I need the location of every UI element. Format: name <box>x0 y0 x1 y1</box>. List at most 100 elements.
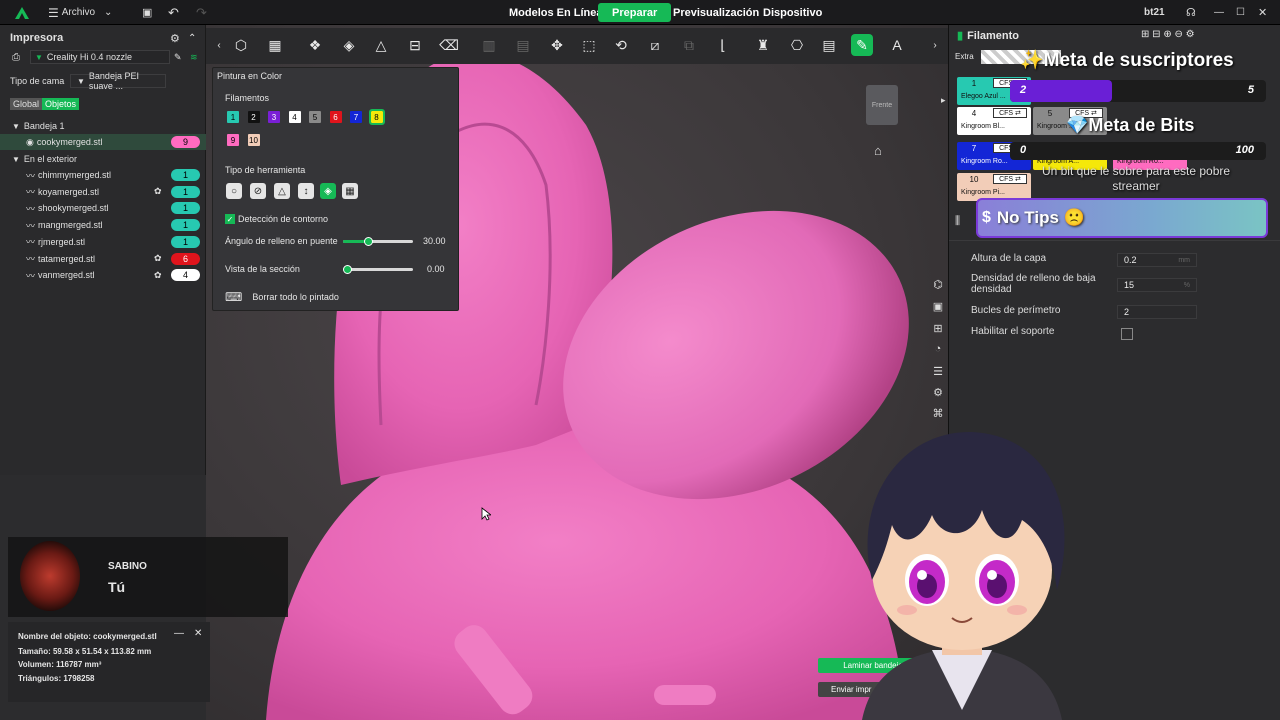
tab-preview[interactable]: Previsualización <box>673 0 759 25</box>
cut-icon[interactable]: ⧄ <box>644 34 666 56</box>
wifi-icon[interactable]: ≋ <box>190 52 198 63</box>
close-icon[interactable]: ✕ <box>1258 0 1267 25</box>
filament-badge[interactable]: 1 <box>171 235 200 248</box>
tree-item[interactable]: 〰 mangmerged.stl 1 <box>0 217 206 233</box>
color-paint-icon[interactable]: ✎ <box>851 34 873 56</box>
arrange-icon[interactable]: ❖ <box>304 34 326 56</box>
arrow-right-icon[interactable]: ▸ <box>941 95 946 106</box>
text-tool-icon[interactable]: A <box>886 34 908 56</box>
redo-icon[interactable]: ↷ <box>196 0 207 25</box>
paint-icon[interactable]: ✿ <box>154 186 162 197</box>
scroll-left-icon[interactable]: ‹ <box>208 34 230 56</box>
save-icon[interactable]: ▣ <box>142 0 152 25</box>
filament-swatch-1[interactable]: 1 <box>227 111 239 123</box>
paint-icon[interactable]: ✿ <box>154 253 162 264</box>
maximize-icon[interactable]: ☐ <box>1236 0 1245 25</box>
gap-fill-tool-icon[interactable]: ▦ <box>342 183 358 199</box>
setting-input[interactable]: 2 <box>1117 305 1197 319</box>
expand-arrow-icon[interactable]: ▼ <box>12 122 20 131</box>
undo-icon[interactable]: ↶ <box>168 0 179 25</box>
filament-swatch-2[interactable]: 2 <box>247 111 260 123</box>
filament-swatch-5[interactable]: 5 <box>309 111 321 123</box>
bed-type-select[interactable]: ▼ Bandeja PEI suave ... <box>70 71 166 91</box>
fuzzy-skin-icon[interactable]: ▤ <box>818 34 840 56</box>
header-tool-icons[interactable]: ⊞ ⊟ ⊕ ⊖ ⚙ <box>1141 29 1195 40</box>
filament-swatch-9[interactable]: 9 <box>227 134 239 146</box>
filament-badge[interactable]: 1 <box>171 219 200 232</box>
filament-swatch-8[interactable]: 8 <box>368 109 385 125</box>
boolean-icon[interactable]: ⧉ <box>678 34 700 56</box>
filament-swatch-10[interactable]: 10 <box>247 134 260 146</box>
support-paint-icon[interactable]: ♜ <box>752 34 774 56</box>
tree-item[interactable]: 〰 rjmerged.stl 1 <box>0 234 206 250</box>
filament-card-10[interactable]: 10 CFS ⇄ Kingroom Pi... <box>957 173 1031 201</box>
headset-icon[interactable]: ☊ <box>1186 0 1196 25</box>
plate-label[interactable]: Bandeja 1 <box>24 121 65 131</box>
tree-item[interactable]: 〰 koyamerged.stl ✿ 1 <box>0 184 206 200</box>
app-logo-icon[interactable] <box>14 0 30 25</box>
bridge-angle-knob[interactable] <box>364 237 374 246</box>
tree-item[interactable]: 〰 chimmymerged.stl 1 <box>0 167 206 183</box>
setting-input[interactable]: 15% <box>1117 278 1197 292</box>
support-checkbox[interactable] <box>1121 328 1133 340</box>
grid-icon[interactable]: ⊞ <box>930 320 946 336</box>
filament-swatch-6[interactable]: 6 <box>329 111 342 123</box>
plate-settings-icon[interactable]: ▣ <box>930 298 946 314</box>
section-view-knob[interactable] <box>343 265 352 274</box>
tree-item-selected[interactable]: ◉ cookymerged.stl 9 <box>0 134 206 150</box>
layers-icon[interactable]: ☰ <box>930 363 946 379</box>
filament-swatch-3[interactable]: 3 <box>268 111 280 123</box>
filament-swatch-7[interactable]: 7 <box>350 111 362 123</box>
filament-badge[interactable]: 1 <box>171 185 200 198</box>
filament-badge[interactable]: 4 <box>171 269 200 282</box>
tab-online-models[interactable]: Modelos En Línea <box>509 0 603 25</box>
sphere-tool-icon[interactable]: ⊘ <box>250 183 266 199</box>
filament-badge[interactable]: 1 <box>171 202 200 215</box>
clear-paint-button[interactable]: ⌨ Borrar todo lo pintado <box>225 290 339 304</box>
expand-arrow-icon[interactable]: ▼ <box>12 155 20 164</box>
multi-icon[interactable]: ⌘ <box>930 405 946 421</box>
settings-icon[interactable]: ⚙ <box>930 384 946 400</box>
printer-select[interactable]: ▼ Creality Hi 0.4 nozzle <box>30 50 170 64</box>
section-view-slider[interactable] <box>347 268 413 271</box>
layers-icon[interactable]: ⊟ <box>404 34 426 56</box>
fill-tool-icon[interactable]: ◈ <box>320 183 336 199</box>
measure-icon[interactable]: ⌊ <box>712 34 734 56</box>
collapse-icon[interactable]: ⌃ <box>188 33 196 44</box>
setting-input[interactable]: 0.2 mm <box>1117 253 1197 267</box>
tab-objects[interactable]: Objetos <box>42 98 80 110</box>
scroll-right-icon[interactable]: › <box>924 34 946 56</box>
speed-icon[interactable]: ◔ <box>930 341 946 357</box>
height-tool-icon[interactable]: ↕ <box>298 183 314 199</box>
tab-prepare[interactable]: Preparar <box>598 3 672 22</box>
tree-item[interactable]: 〰 tatamerged.stl ✿ 6 <box>0 251 206 267</box>
close-icon[interactable]: ✕ <box>194 628 202 639</box>
assembly-icon[interactable]: ⌬ <box>930 276 946 292</box>
filament-swatch-4[interactable]: 4 <box>288 111 301 123</box>
edit-icon[interactable]: ✎ <box>174 52 182 63</box>
outside-label[interactable]: En el exterior <box>24 154 77 164</box>
settings-toggle-icon[interactable]: ⫼ <box>955 215 960 228</box>
seam-paint-icon[interactable]: ⎔ <box>786 34 808 56</box>
split-parts-icon[interactable]: ▤ <box>512 34 534 56</box>
minimize-icon[interactable]: — <box>174 628 184 639</box>
add-object-icon[interactable]: ⬡ <box>230 34 252 56</box>
tab-device[interactable]: Dispositivo <box>763 0 822 25</box>
tree-item[interactable]: 〰 vanmerged.stl ✿ 4 <box>0 267 206 283</box>
circle-tool-icon[interactable]: ○ <box>226 183 242 199</box>
scale-icon[interactable]: ⬚ <box>578 34 600 56</box>
eye-icon[interactable]: ◉ <box>26 137 34 148</box>
minimize-icon[interactable]: — <box>1214 0 1224 25</box>
filament-badge[interactable]: 6 <box>171 252 200 265</box>
menu-button[interactable]: ☰ Archivo <box>48 0 95 25</box>
tree-item[interactable]: 〰 shookymerged.stl 1 <box>0 200 206 216</box>
split-icon[interactable]: ▥ <box>478 34 500 56</box>
rotate-icon[interactable]: ⟲ <box>610 34 632 56</box>
user-name[interactable]: bt21 <box>1144 0 1165 25</box>
paint-icon[interactable]: ✿ <box>154 270 162 281</box>
gear-icon[interactable]: ⚙ <box>170 32 180 45</box>
add-plate-icon[interactable]: ▦ <box>264 34 286 56</box>
filament-badge[interactable]: 1 <box>171 169 200 181</box>
auto-orient-icon[interactable]: △ <box>370 34 392 56</box>
filament-card-4[interactable]: 4 CFS ⇄ Kingroom Bl... <box>957 107 1031 135</box>
